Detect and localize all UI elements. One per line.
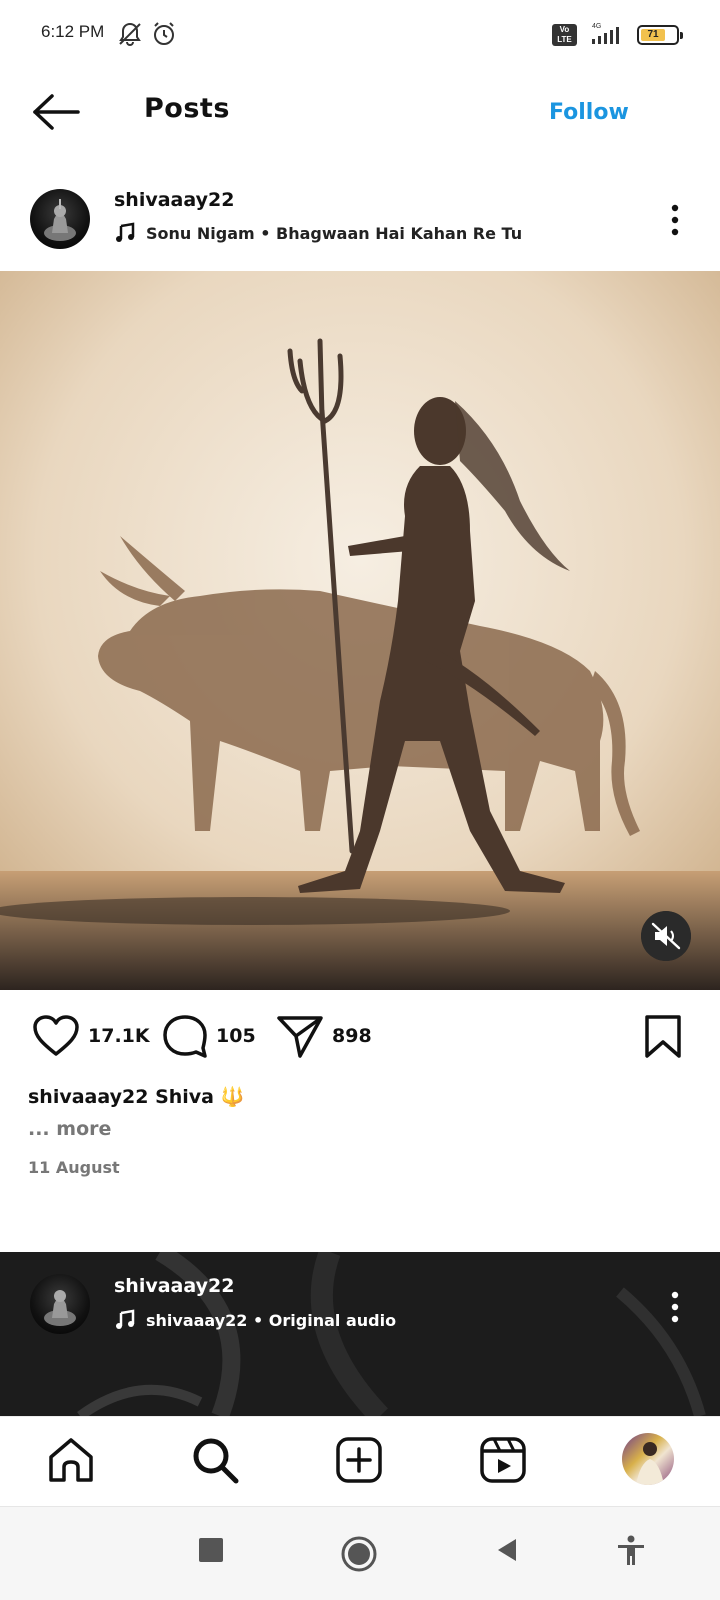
post-actions: 17.1K 105 898 — [0, 1000, 720, 1080]
next-post-username[interactable]: shivaaay22 — [114, 1275, 234, 1297]
music-note-icon — [116, 222, 135, 242]
like-button[interactable]: 17.1K — [32, 1014, 150, 1058]
caption-text: Shiva 🔱 — [155, 1086, 245, 1108]
next-post-background — [77, 1252, 706, 1416]
header: Posts Follow — [0, 70, 720, 154]
post-audio[interactable]: Sonu Nigam • Bhagwaan Hai Kahan Re Tu — [114, 222, 522, 244]
post-caption: shivaaay22 Shiva 🔱 — [28, 1085, 244, 1108]
music-note-icon — [116, 1309, 135, 1329]
profile-avatar-image — [636, 1442, 664, 1485]
three-dots-vertical-icon[interactable] — [660, 200, 690, 240]
post-header: shivaaay22 Sonu Nigam • Bhagwaan Hai Kah… — [0, 180, 720, 270]
plus-square-icon[interactable] — [334, 1435, 384, 1485]
back-arrow-icon[interactable] — [30, 90, 82, 134]
like-count: 17.1K — [88, 1025, 150, 1047]
share-button[interactable]: 898 — [276, 1014, 372, 1058]
heart-icon — [33, 1015, 79, 1056]
avatar-image — [44, 1290, 76, 1326]
bottom-nav — [0, 1416, 720, 1506]
avatar-image — [44, 199, 76, 241]
share-count: 898 — [332, 1025, 372, 1047]
status-time: 6:12 PM — [41, 22, 105, 41]
shiva-nandi-illustration — [0, 271, 720, 990]
next-post-avatar[interactable] — [30, 1274, 90, 1334]
comment-button[interactable]: 105 — [162, 1014, 256, 1058]
bookmark-icon[interactable] — [643, 1014, 683, 1060]
comment-count: 105 — [216, 1025, 256, 1047]
home-circle-icon[interactable] — [340, 1535, 378, 1573]
back-triangle-icon[interactable] — [492, 1535, 522, 1565]
post-media[interactable] — [0, 271, 720, 990]
status-bar: 6:12 PM Vo LTE 4G 71 — [0, 0, 720, 70]
follow-button[interactable]: Follow — [549, 100, 629, 125]
volte-badge: Vo LTE — [552, 24, 577, 46]
system-nav-bar — [0, 1506, 720, 1600]
notifications-muted-icon — [119, 22, 141, 46]
post-username[interactable]: shivaaay22 — [114, 189, 234, 211]
signal-icon: 4G — [592, 23, 619, 44]
accessibility-icon[interactable] — [616, 1535, 646, 1567]
reels-icon[interactable] — [478, 1435, 528, 1485]
paper-plane-icon — [277, 1016, 323, 1058]
caption-username[interactable]: shivaaay22 — [28, 1086, 148, 1108]
speech-bubble-icon — [163, 1015, 207, 1058]
caption-more-link[interactable]: ... more — [28, 1118, 111, 1140]
recents-icon[interactable] — [196, 1535, 226, 1565]
profile-avatar[interactable] — [622, 1433, 674, 1485]
speaker-muted-icon[interactable] — [641, 911, 691, 961]
alarm-icon — [154, 22, 174, 45]
next-post-audio[interactable]: shivaaay22 • Original audio — [114, 1309, 396, 1331]
three-dots-vertical-icon[interactable] — [660, 1287, 690, 1327]
network-type: 4G — [592, 23, 601, 30]
avatar[interactable] — [30, 189, 90, 249]
battery-level: 71 — [641, 29, 666, 41]
next-post-audio-label: shivaaay22 • Original audio — [146, 1310, 397, 1330]
post-date: 11 August — [28, 1158, 120, 1177]
page-title: Posts — [144, 93, 230, 124]
home-icon[interactable] — [46, 1435, 96, 1485]
search-icon[interactable] — [190, 1435, 240, 1485]
post-audio-label: Sonu Nigam • Bhagwaan Hai Kahan Re Tu — [146, 223, 523, 243]
battery-icon: 71 — [637, 25, 683, 45]
next-post[interactable]: shivaaay22 shivaaay22 • Original audio — [0, 1252, 720, 1416]
